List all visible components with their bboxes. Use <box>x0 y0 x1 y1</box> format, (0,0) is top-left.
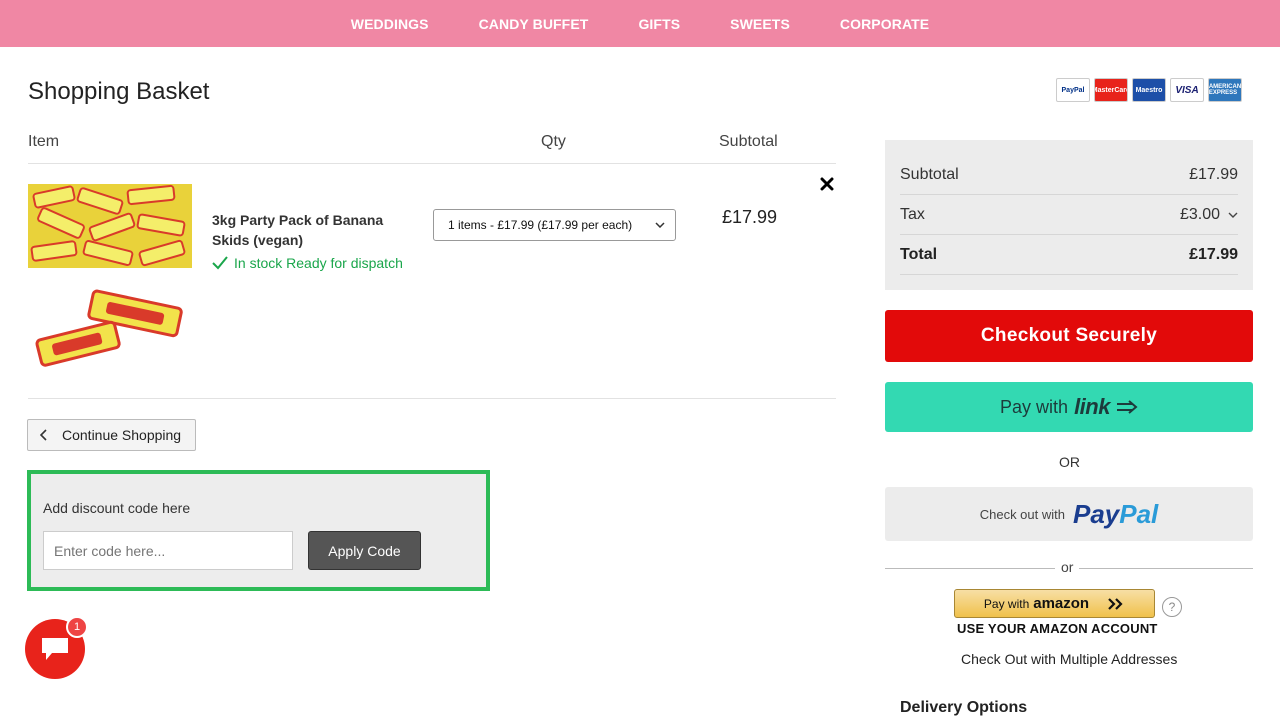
checkout-securely-button[interactable]: Checkout Securely <box>885 310 1253 362</box>
arrow-right-icon <box>1116 400 1138 414</box>
summary-tax-label: Tax <box>900 206 925 223</box>
help-icon[interactable]: ? <box>1162 597 1182 617</box>
page-title: Shopping Basket <box>28 78 210 105</box>
pay-with-link-button[interactable]: Pay with link <box>885 382 1253 432</box>
amazon-pay-button[interactable]: Pay with amazon <box>954 589 1155 618</box>
remove-item-button[interactable] <box>820 176 838 194</box>
visa-icon: VISA <box>1170 78 1204 102</box>
chevron-left-icon <box>40 429 47 441</box>
summary-subtotal-value: £17.99 <box>1189 166 1238 183</box>
top-navigation: WEDDINGS CANDY BUFFET GIFTS SWEETS CORPO… <box>0 0 1280 47</box>
discount-code-input[interactable] <box>43 531 293 570</box>
continue-shopping-label: Continue Shopping <box>62 427 182 443</box>
apply-code-button[interactable]: Apply Code <box>308 531 421 570</box>
divider <box>900 274 1238 275</box>
summary-subtotal-label: Subtotal <box>900 166 959 183</box>
chevron-down-icon <box>655 222 665 228</box>
product-image[interactable] <box>28 184 192 374</box>
nav-corporate[interactable]: CORPORATE <box>815 16 954 32</box>
nav-sweets[interactable]: SWEETS <box>705 16 815 32</box>
double-chevron-right-icon <box>1108 597 1123 610</box>
divider <box>28 163 836 164</box>
close-icon <box>820 177 834 191</box>
nav-candy-buffet[interactable]: CANDY BUFFET <box>454 16 614 32</box>
or-small-separator: or <box>1055 559 1080 575</box>
delivery-options-heading: Delivery Options <box>900 699 1028 716</box>
nav-gifts[interactable]: GIFTS <box>613 16 705 32</box>
summary-total-label: Total <box>900 246 938 263</box>
column-header-item: Item <box>28 133 60 150</box>
summary-subtotal-row: Subtotal £17.99 <box>900 155 1238 195</box>
quantity-select-value: 1 items - £17.99 (£17.99 per each) <box>448 218 633 232</box>
summary-tax-value: £3.00 <box>1179 206 1220 223</box>
order-summary: Subtotal £17.99 Tax £3.00 Total £17.99 <box>885 140 1253 290</box>
stock-text: In stock Ready for dispatch <box>234 255 403 271</box>
maestro-icon: Maestro <box>1132 78 1166 102</box>
link-pre-label: Pay with <box>1000 396 1069 417</box>
link-logo: link <box>1074 394 1110 419</box>
chevron-down-icon <box>1228 212 1238 218</box>
multiple-addresses-link[interactable]: Check Out with Multiple Addresses <box>961 651 1177 667</box>
summary-total-row: Total £17.99 <box>900 235 1238 275</box>
amazon-pre-label: Pay with <box>983 596 1030 611</box>
summary-total-value: £17.99 <box>1189 246 1238 263</box>
discount-label: Add discount code here <box>43 500 191 516</box>
paypal-checkout-button[interactable]: Check out with PayPal <box>885 487 1253 541</box>
stock-status: In stock Ready for dispatch <box>212 255 403 271</box>
column-header-subtotal: Subtotal <box>719 133 778 150</box>
continue-shopping-button[interactable]: Continue Shopping <box>27 419 196 451</box>
column-header-qty: Qty <box>541 133 566 150</box>
divider <box>28 398 836 399</box>
summary-tax-row[interactable]: Tax £3.00 <box>900 195 1238 235</box>
mastercard-icon: MasterCard <box>1094 78 1128 102</box>
payment-cards: PayPal MasterCard Maestro VISA AMERICAN … <box>1056 78 1242 102</box>
amazon-caption: USE YOUR AMAZON ACCOUNT <box>957 621 1158 636</box>
checkmark-icon <box>212 256 228 270</box>
or-separator: OR <box>1059 454 1080 470</box>
row-subtotal: £17.99 <box>722 207 778 227</box>
discount-panel: Add discount code here Apply Code <box>27 470 490 591</box>
paypal-logo: PayPal <box>1072 498 1159 529</box>
product-name[interactable]: 3kg Party Pack of Banana Skids (vegan) <box>212 210 392 250</box>
paypal-card-icon: PayPal <box>1056 78 1090 102</box>
nav-weddings[interactable]: WEDDINGS <box>326 16 454 32</box>
amex-icon: AMERICAN EXPRESS <box>1208 78 1242 102</box>
amazon-logo: amazon <box>1033 595 1090 612</box>
chat-icon <box>42 638 68 660</box>
quantity-select[interactable]: 1 items - £17.99 (£17.99 per each) <box>433 209 676 241</box>
chat-notification-badge: 1 <box>66 616 88 638</box>
paypal-pre-label: Check out with <box>979 506 1065 522</box>
